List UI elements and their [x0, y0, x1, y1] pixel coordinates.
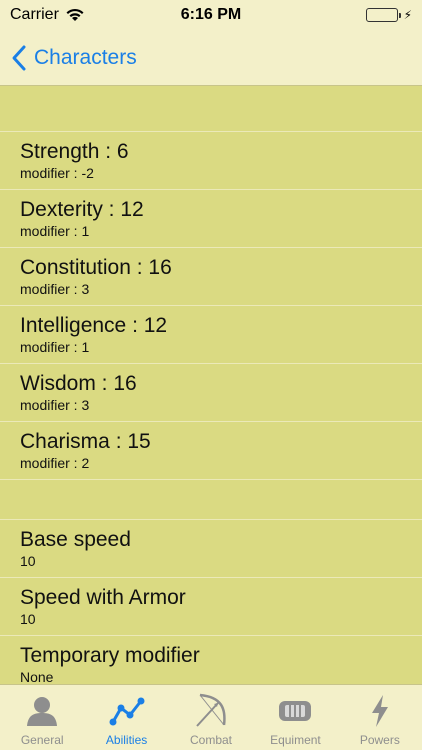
- ability-row-constitution[interactable]: Constitution : 16 modifier : 3: [0, 248, 422, 306]
- ability-title: Strength : 6: [20, 140, 129, 163]
- ability-row-intelligence[interactable]: Intelligence : 12 modifier : 1: [0, 306, 422, 364]
- tab-combat[interactable]: Combat: [169, 685, 253, 750]
- ability-title: Wisdom : 16: [20, 372, 137, 395]
- ability-modifier: modifier : 1: [20, 223, 90, 239]
- speed-row-base[interactable]: Base speed 10: [0, 520, 422, 578]
- speed-title: Base speed: [20, 528, 131, 551]
- tab-general[interactable]: General: [0, 685, 84, 750]
- speed-row-temporary[interactable]: Temporary modifier None: [0, 636, 422, 684]
- tab-label: Powers: [359, 733, 400, 747]
- speed-title: Speed with Armor: [20, 586, 186, 609]
- speed-title: Temporary modifier: [20, 644, 200, 667]
- clock: 6:16 PM: [180, 6, 242, 23]
- section-header: [0, 480, 422, 520]
- ability-row-strength[interactable]: Strength : 6 modifier : -2: [0, 132, 422, 190]
- tab-powers[interactable]: Powers: [338, 685, 422, 750]
- back-chevron-icon[interactable]: [10, 44, 28, 72]
- ability-row-charisma[interactable]: Charisma : 15 modifier : 2: [0, 422, 422, 480]
- ability-modifier: modifier : 3: [20, 281, 90, 297]
- status-bar: Carrier 6:16 PM ⚡: [0, 0, 422, 30]
- graph-icon: [109, 693, 145, 729]
- lightning-icon: [362, 693, 398, 729]
- ability-row-dexterity[interactable]: Dexterity : 12 modifier : 1: [0, 190, 422, 248]
- battery-icon: ⚡: [365, 8, 412, 22]
- ability-title: Dexterity : 12: [20, 198, 144, 221]
- ability-title: Charisma : 15: [20, 430, 151, 453]
- bow-icon: [193, 693, 229, 729]
- speed-value: 10: [20, 611, 36, 627]
- speed-value: None: [20, 669, 54, 684]
- tab-abilities[interactable]: Abilities: [84, 685, 168, 750]
- person-icon: [24, 693, 60, 729]
- section-header: [0, 86, 422, 132]
- ability-title: Constitution : 16: [20, 256, 172, 279]
- tab-label: Abilities: [105, 733, 148, 747]
- tab-bar: General Abilities Combat Equiment Powers: [0, 684, 422, 750]
- ability-modifier: modifier : 3: [20, 397, 90, 413]
- armor-icon: [277, 693, 313, 729]
- tab-label: General: [20, 733, 64, 747]
- ability-modifier: modifier : 2: [20, 455, 90, 471]
- speed-value: 10: [20, 553, 36, 569]
- ability-row-wisdom[interactable]: Wisdom : 16 modifier : 3: [0, 364, 422, 422]
- tab-label: Combat: [190, 733, 233, 747]
- tab-equipment[interactable]: Equiment: [253, 685, 337, 750]
- speed-row-armor[interactable]: Speed with Armor 10: [0, 578, 422, 636]
- tab-label: Equiment: [270, 733, 321, 747]
- navigation-bar: Characters: [0, 30, 422, 86]
- ability-title: Intelligence : 12: [20, 314, 168, 337]
- ability-modifier: modifier : 1: [20, 339, 90, 355]
- abilities-list[interactable]: Strength : 6 modifier : -2 Dexterity : 1…: [0, 86, 422, 684]
- back-button[interactable]: Characters: [34, 46, 137, 70]
- ability-modifier: modifier : -2: [20, 165, 94, 181]
